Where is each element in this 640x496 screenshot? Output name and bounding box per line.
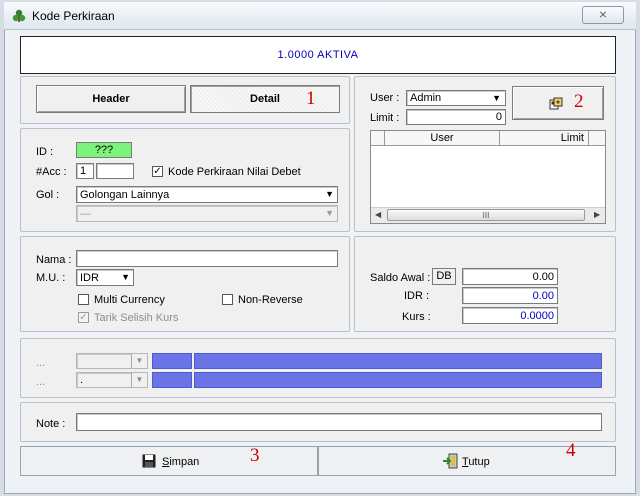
tab-header[interactable]: Header	[36, 85, 186, 113]
save-button-label: Simpan	[162, 456, 199, 468]
subgol-select[interactable]: — ▼	[76, 205, 338, 222]
mu-label: M.U. :	[36, 272, 66, 284]
exit-door-icon	[443, 453, 458, 469]
acc-label: #Acc :	[36, 166, 67, 178]
close-button-label: Tutup	[462, 456, 490, 468]
user-select-value: Admin	[410, 92, 442, 104]
non-reverse-checkbox[interactable]	[222, 294, 233, 305]
chevron-down-icon[interactable]: ▼	[325, 187, 334, 201]
extra-row2-label: ...	[36, 376, 46, 388]
note-input[interactable]	[76, 413, 602, 431]
acc-number-field[interactable]	[96, 163, 134, 179]
close-label-rest: utup	[468, 456, 490, 468]
nama-input[interactable]	[76, 250, 338, 267]
multi-currency-checkbox[interactable]	[78, 294, 89, 305]
tab-detail[interactable]: Detail	[190, 85, 340, 113]
chevron-down-icon[interactable]: ▼	[325, 206, 334, 220]
extra-row1-label: ...	[36, 357, 46, 369]
app-icon	[12, 9, 26, 23]
extra-row1-desc[interactable]	[194, 353, 602, 369]
nama-label: Nama :	[36, 254, 72, 266]
extra-row2-value: .	[80, 374, 84, 386]
annotation-1: 1	[306, 88, 316, 109]
column-user[interactable]: User	[384, 131, 500, 146]
annotation-4: 4	[566, 440, 576, 461]
note-label: Note :	[36, 418, 66, 430]
mu-select[interactable]: IDR ▼	[76, 269, 134, 286]
id-label: ID :	[36, 146, 54, 158]
non-reverse-label: Non-Reverse	[238, 294, 303, 306]
column-limit[interactable]: Limit	[501, 131, 589, 146]
idr-input[interactable]: 0.00	[462, 287, 558, 304]
debet-checkbox-label: Kode Perkiraan Nilai Debet	[168, 166, 301, 178]
extra-row2-desc[interactable]	[194, 372, 602, 388]
chevron-down-icon[interactable]: ▼	[492, 91, 501, 105]
chevron-down-icon[interactable]: ▼	[121, 270, 130, 284]
kurs-label: Kurs :	[402, 311, 431, 323]
tarik-checkbox[interactable]: ✓	[78, 312, 89, 323]
extra-row1-code[interactable]	[152, 353, 192, 369]
acc-prefix-field[interactable]: 1	[76, 163, 94, 179]
add-user-icon	[549, 97, 563, 110]
floppy-disk-icon	[142, 454, 156, 468]
save-label-rest: impan	[169, 456, 200, 468]
scroll-thumb[interactable]: III	[387, 209, 585, 221]
idr-label: IDR :	[404, 290, 430, 302]
extra-row1-select[interactable]: ▼	[76, 353, 148, 369]
account-banner-text: 1.0000 AKTIVA	[277, 49, 359, 61]
annotation-2: 2	[574, 91, 584, 112]
db-indicator[interactable]: DB	[432, 268, 456, 285]
kurs-input[interactable]: 0.0000	[462, 307, 558, 324]
window-title: Kode Perkiraan	[32, 9, 115, 23]
gol-label: Gol :	[36, 189, 60, 201]
tarik-label: Tarik Selisih Kurs	[94, 312, 179, 324]
id-field[interactable]: ???	[76, 142, 132, 158]
gol-select[interactable]: Golongan Lainnya ▼	[76, 186, 338, 203]
user-label: User :	[370, 92, 400, 104]
user-select[interactable]: Admin ▼	[406, 90, 506, 106]
close-icon: ⨯	[598, 9, 608, 21]
saldo-awal-input[interactable]: 0.00	[462, 268, 558, 285]
close-window-button[interactable]: ⨯	[582, 6, 624, 24]
debet-checkbox[interactable]: ✓	[152, 166, 163, 177]
scroll-left-icon[interactable]: ◀	[375, 210, 381, 219]
subgol-select-value: —	[80, 208, 91, 220]
extra-row2-select[interactable]: . ▼	[76, 372, 148, 388]
gol-select-value: Golongan Lainnya	[80, 189, 170, 201]
chevron-down-icon[interactable]: ▼	[131, 354, 147, 368]
chevron-down-icon[interactable]: ▼	[131, 373, 147, 387]
annotation-3: 3	[250, 445, 260, 466]
multi-currency-label: Multi Currency	[94, 294, 165, 306]
saldo-awal-label: Saldo Awal :	[370, 272, 431, 284]
limit-input[interactable]: 0	[406, 109, 506, 125]
scroll-right-icon[interactable]: ▶	[594, 210, 600, 219]
add-access-button[interactable]	[512, 86, 604, 120]
limit-label: Limit :	[370, 112, 400, 124]
extra-row2-code[interactable]	[152, 372, 192, 388]
mu-select-value: IDR	[80, 272, 99, 284]
